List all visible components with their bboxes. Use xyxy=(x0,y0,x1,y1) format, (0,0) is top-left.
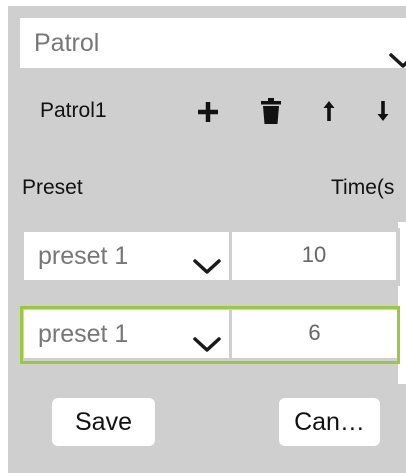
patrol-select-value: Patrol xyxy=(34,29,100,57)
cancel-button[interactable]: Can… xyxy=(279,398,380,446)
preset-column-header: Preset xyxy=(22,176,83,199)
table-row[interactable]: preset 1 10 xyxy=(20,228,400,286)
chevron-down-icon xyxy=(193,337,221,352)
preset-select[interactable]: preset 1 xyxy=(24,232,229,280)
move-up-button[interactable] xyxy=(316,96,342,126)
time-input-value: 10 xyxy=(301,242,327,267)
chevron-down-icon xyxy=(389,53,406,68)
arrow-down-icon xyxy=(377,101,389,121)
table-row-selected[interactable]: preset 1 6 xyxy=(20,306,400,364)
plus-icon xyxy=(198,102,218,122)
add-preset-button[interactable] xyxy=(195,98,221,126)
time-column-header: Time(s xyxy=(331,176,395,199)
time-input[interactable]: 6 xyxy=(232,310,397,358)
trash-icon xyxy=(261,97,281,124)
preset-select[interactable]: preset 1 xyxy=(24,310,229,358)
panel-top-edge xyxy=(0,0,406,6)
patrol-name-label: Patrol1 xyxy=(40,99,107,122)
patrol-panel: Patrol Patrol1 Preset Time(s preset 1 10… xyxy=(0,0,406,473)
delete-preset-button[interactable] xyxy=(258,96,284,126)
panel-left-edge xyxy=(0,0,8,473)
arrow-up-icon xyxy=(323,101,335,121)
patrol-select[interactable]: Patrol xyxy=(20,18,406,68)
time-input[interactable]: 10 xyxy=(232,232,396,280)
time-input-value: 6 xyxy=(308,320,321,345)
chevron-down-icon xyxy=(193,259,221,274)
move-down-button[interactable] xyxy=(370,96,396,126)
preset-select-value: preset 1 xyxy=(38,320,129,348)
save-button[interactable]: Save xyxy=(52,398,155,446)
preset-select-value: preset 1 xyxy=(38,242,129,270)
